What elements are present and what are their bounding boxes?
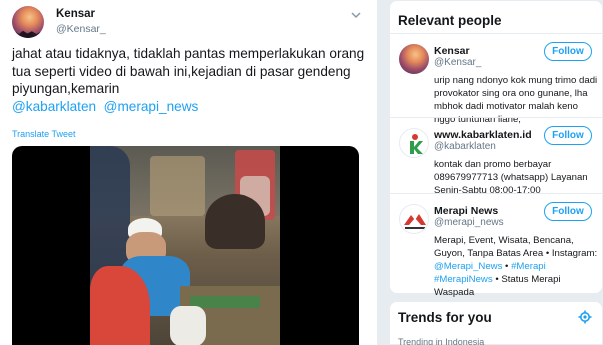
- tweet-card: Kensar @Kensar_ jahat atau tidaknya, tid…: [0, 0, 377, 345]
- bio-hashtag-link[interactable]: #MerapiNews: [434, 274, 493, 285]
- merapi-news-logo[interactable]: [399, 204, 429, 234]
- follow-button[interactable]: Follow: [544, 126, 592, 145]
- person-kabarklaten[interactable]: www.kabarklaten.id @kabarklaten Follow k…: [390, 117, 602, 196]
- follow-button[interactable]: Follow: [544, 202, 592, 221]
- kabarklaten-logo[interactable]: [399, 128, 429, 158]
- tweet-text: jahat atau tidaknya, tidaklah pantas mem…: [12, 45, 367, 115]
- bio-text: Merapi, Event, Wisata, Bencana, Guyon, T…: [434, 235, 598, 259]
- author-name[interactable]: Kensar: [56, 8, 95, 20]
- person-handle[interactable]: @merapi_news: [434, 217, 504, 228]
- person-bio: kontak dan promo berbayar 089679977713 (…: [434, 159, 588, 196]
- translate-link[interactable]: Translate Tweet: [12, 129, 76, 139]
- relevant-people-card: Relevant people Kensar @Kensar_ Follow u…: [389, 0, 603, 298]
- mention-link[interactable]: @merapi_news: [104, 99, 199, 114]
- gear-icon[interactable]: [578, 310, 592, 324]
- page: Kensar @Kensar_ jahat atau tidaknya, tid…: [0, 0, 603, 345]
- person-name[interactable]: Kensar: [434, 45, 470, 57]
- relevant-people-title: Relevant people: [398, 13, 502, 28]
- person-handle[interactable]: @kabarklaten: [434, 141, 496, 152]
- author-handle[interactable]: @Kensar_: [56, 23, 106, 35]
- video-frame: [90, 146, 280, 345]
- person-handle[interactable]: @Kensar_: [434, 57, 481, 68]
- trends-title: Trends for you: [398, 310, 492, 325]
- person-name[interactable]: www.kabarklaten.id: [434, 129, 532, 141]
- bio-separator: •: [502, 261, 512, 272]
- bio-hashtag-link[interactable]: #Merapi: [511, 261, 546, 272]
- video-player[interactable]: [12, 146, 359, 345]
- chevron-down-icon[interactable]: [349, 8, 363, 22]
- follow-button[interactable]: Follow: [544, 42, 592, 61]
- trends-location: Trending in Indonesia: [398, 337, 485, 345]
- trends-card: Trends for you Trending in Indonesia: [389, 301, 603, 345]
- person-bio: Merapi, Event, Wisata, Bencana, Guyon, T…: [434, 234, 599, 299]
- person-merapi-news[interactable]: Merapi News @merapi_news Follow Merapi, …: [390, 193, 602, 298]
- person-kensar[interactable]: Kensar @Kensar_ Follow urip nang ndonyo …: [390, 33, 602, 125]
- author-avatar[interactable]: [12, 6, 44, 38]
- tweet-header: Kensar @Kensar_: [12, 6, 367, 40]
- kensar-avatar[interactable]: [399, 44, 429, 74]
- person-name[interactable]: Merapi News: [434, 205, 498, 217]
- bio-mention-link[interactable]: @Merapi_News: [434, 261, 502, 272]
- mention-link[interactable]: @kabarklaten: [12, 99, 96, 114]
- tweet-body: jahat atau tidaknya, tidaklah pantas mem…: [12, 46, 365, 96]
